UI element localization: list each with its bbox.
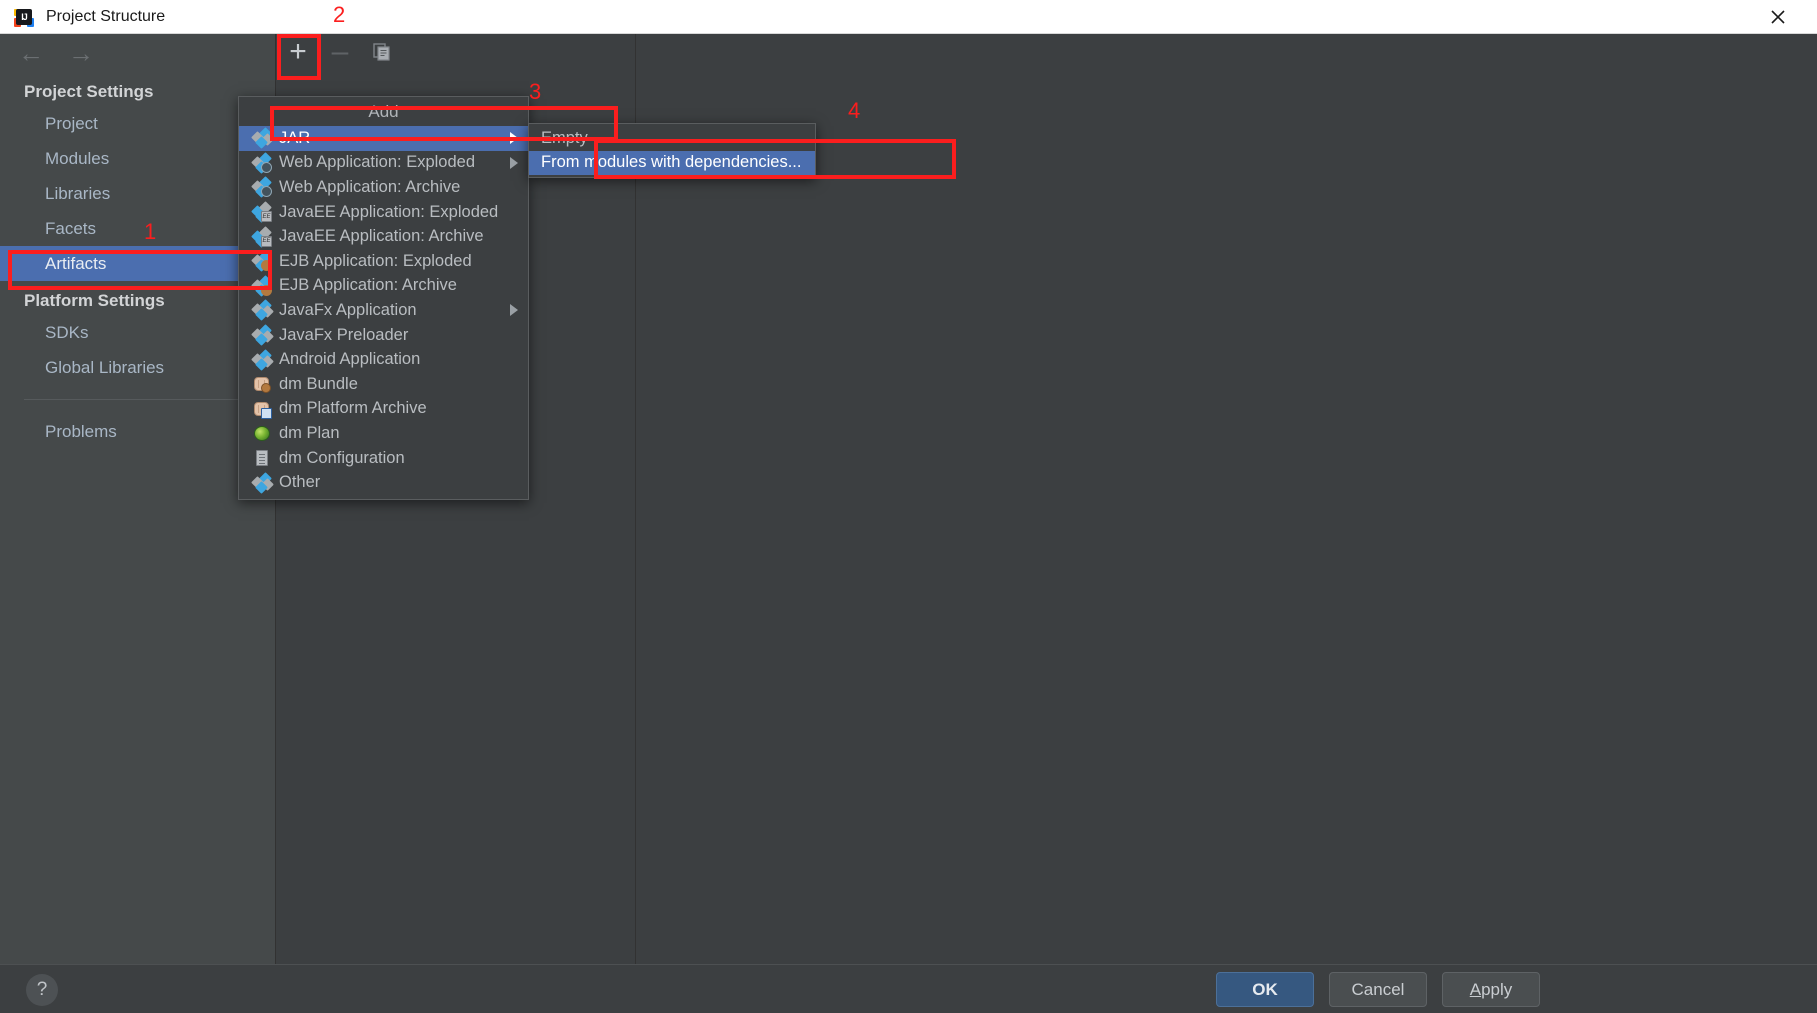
help-button[interactable]: ? [26, 974, 58, 1006]
sidebar-item-global-libraries[interactable]: Global Libraries [0, 350, 275, 385]
menu-item-javaee-application-archive[interactable]: EE JavaEE Application: Archive [239, 224, 528, 249]
menu-item-dm-platform-archive[interactable]: dm Platform Archive [239, 397, 528, 422]
menu-item-ejb-application-archive[interactable]: EJB Application: Archive [239, 274, 528, 299]
add-button[interactable]: + [277, 35, 319, 69]
menu-item-dm-plan[interactable]: dm Plan [239, 421, 528, 446]
menu-item-label: Web Application: Archive [279, 177, 461, 196]
dm-plan-icon [253, 424, 271, 442]
menu-item-android-application[interactable]: Android Application [239, 347, 528, 372]
menu-item-javaee-application-exploded[interactable]: EE JavaEE Application: Exploded [239, 200, 528, 225]
settings-sidebar: ← → Project Settings Project Modules Lib… [0, 34, 276, 964]
remove-button[interactable]: – [319, 35, 361, 69]
sidebar-group-heading-platform-settings: Platform Settings [24, 291, 165, 310]
sidebar-item-modules[interactable]: Modules [0, 141, 275, 176]
sidebar-navigation: ← → [0, 34, 275, 72]
javaee-application-icon: EE [251, 201, 272, 223]
menu-item-web-application-exploded[interactable]: Web Application: Exploded [239, 151, 528, 176]
menu-item-label: EJB Application: Archive [279, 276, 457, 295]
sidebar-item-artifacts[interactable]: Artifacts [0, 246, 275, 281]
menu-item-javafx-preloader[interactable]: JavaFx Preloader [239, 323, 528, 348]
android-application-icon [251, 348, 274, 371]
menu-item-label: Web Application: Exploded [279, 153, 475, 172]
ok-button[interactable]: OK [1216, 972, 1314, 1007]
dialog-title-bar: IJ Project Structure [0, 0, 1817, 34]
chevron-right-icon [510, 304, 518, 317]
sidebar-group-heading-project-settings: Project Settings [24, 82, 154, 101]
menu-item-label: JAR [279, 128, 311, 147]
menu-item-dm-configuration[interactable]: dm Configuration [239, 446, 528, 471]
apply-button-mnemonic: A [1469, 979, 1482, 999]
chevron-right-icon [510, 156, 518, 169]
arrow-left-icon[interactable]: ← [18, 40, 44, 66]
sidebar-item-problems[interactable]: Problems [0, 414, 275, 449]
sidebar-item-sdks[interactable]: SDKs [0, 315, 275, 350]
menu-item-jar[interactable]: JAR [239, 126, 528, 151]
other-icon [251, 471, 274, 494]
web-application-icon [251, 152, 272, 174]
menu-item-ejb-application-exploded[interactable]: EJB Application: Exploded [239, 249, 528, 274]
menu-item-web-application-archive[interactable]: Web Application: Archive [239, 175, 528, 200]
sidebar-item-libraries[interactable]: Libraries [0, 176, 275, 211]
menu-item-label: JavaFx Application [279, 300, 417, 319]
menu-item-label: dm Configuration [279, 448, 405, 467]
menu-item-label: JavaEE Application: Exploded [279, 202, 499, 221]
dialog-title: Project Structure [46, 7, 166, 25]
menu-item-other[interactable]: Other [239, 470, 528, 495]
close-icon[interactable] [1755, 0, 1801, 34]
add-button-label: + [289, 35, 307, 68]
project-structure-dialog: IJ Project Structure ← → Project Setting… [0, 0, 1817, 1013]
menu-item-label: JavaFx Preloader [279, 325, 409, 344]
sidebar-item-project[interactable]: Project [0, 106, 275, 141]
menu-item-label: dm Platform Archive [279, 399, 427, 418]
cancel-button[interactable]: Cancel [1329, 972, 1427, 1007]
apply-button-label: pply [1481, 979, 1513, 999]
dm-configuration-icon [253, 449, 271, 467]
javafx-icon [251, 299, 274, 322]
jar-icon [251, 127, 274, 150]
intellij-idea-icon: IJ [14, 7, 34, 27]
submenu-item-from-modules-with-dependencies[interactable]: From modules with dependencies... [529, 150, 815, 176]
sidebar-divider [24, 399, 255, 400]
dialog-content: ← → Project Settings Project Modules Lib… [0, 34, 1817, 964]
menu-item-javafx-application[interactable]: JavaFx Application [239, 298, 528, 323]
copy-icon[interactable] [361, 35, 403, 69]
submenu-item-label: From modules with dependencies... [541, 153, 802, 172]
menu-item-dm-bundle[interactable]: dm Bundle [239, 372, 528, 397]
arrow-right-icon[interactable]: → [68, 40, 94, 66]
submenu-item-empty[interactable]: Empty [529, 126, 815, 151]
menu-item-label: JavaEE Application: Archive [279, 227, 484, 246]
menu-item-label: Other [279, 473, 321, 492]
ejb-application-icon [251, 274, 272, 297]
dm-platform-archive-icon [253, 400, 272, 419]
dialog-button-bar: ? OK Cancel Apply [0, 964, 1817, 1013]
submenu-item-label: Empty [541, 128, 588, 147]
javafx-icon [251, 324, 274, 346]
add-menu-title: Add [239, 97, 528, 126]
javaee-application-icon: EE [251, 225, 272, 248]
menu-item-label: EJB Application: Exploded [279, 251, 472, 270]
menu-item-label: dm Bundle [279, 374, 358, 393]
web-application-icon [251, 176, 272, 199]
apply-button[interactable]: Apply [1442, 972, 1540, 1007]
menu-item-label: Android Application [279, 350, 421, 369]
add-artifact-menu: Add JAR Web Application: Exploded Web Ap… [238, 96, 529, 500]
ejb-application-icon [251, 250, 272, 273]
sidebar-item-facets[interactable]: Facets [0, 211, 275, 246]
artifacts-toolbar: + – [277, 34, 635, 70]
chevron-right-icon [510, 132, 518, 145]
jar-submenu: Empty From modules with dependencies... [528, 123, 816, 179]
dm-bundle-icon [253, 375, 271, 394]
menu-item-label: dm Plan [279, 423, 340, 442]
remove-button-label: – [331, 35, 349, 68]
